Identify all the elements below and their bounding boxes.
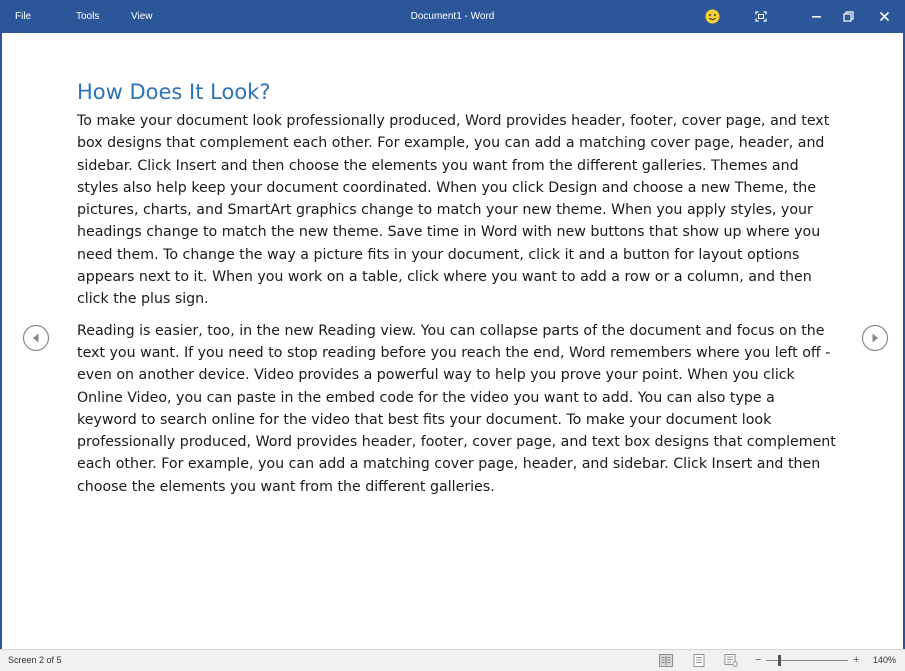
close-icon (879, 11, 889, 22)
focus-button[interactable] (747, 0, 775, 33)
smiley-icon (705, 9, 719, 24)
previous-screen-icon (22, 324, 50, 352)
minimize-button[interactable] (802, 0, 830, 33)
menu-file[interactable]: File (15, 0, 31, 33)
web-layout-icon[interactable] (724, 654, 738, 667)
paragraph-2: Reading is easier, too, in the new Readi… (77, 322, 836, 495)
zoom-slider-thumb[interactable] (778, 655, 781, 666)
feedback-button[interactable] (698, 0, 726, 33)
title-bar: File Tools View Document1 - Word (0, 0, 905, 33)
zoom-level[interactable]: 140% (873, 650, 896, 671)
read-mode-icon[interactable] (659, 654, 673, 667)
menu-tools[interactable]: Tools (76, 0, 99, 33)
zoom-out-button[interactable]: − (755, 650, 761, 670)
menu-view[interactable]: View (131, 0, 153, 33)
screen-indicator: Screen 2 of 5 (8, 655, 62, 665)
reading-page: How Does It Look? To make your document … (77, 78, 837, 507)
restore-button[interactable] (834, 0, 862, 33)
next-screen-icon (861, 324, 889, 352)
paragraph-1: To make your document look professionall… (77, 113, 830, 308)
minimize-icon (811, 16, 821, 18)
close-button[interactable] (870, 0, 898, 33)
restore-icon (842, 11, 854, 22)
focus-mode-icon (755, 11, 767, 22)
zoom-in-button[interactable]: + (853, 650, 859, 670)
next-screen-button[interactable] (861, 324, 889, 352)
status-bar: Screen 2 of 5 − + 140% (0, 649, 905, 671)
previous-screen-button[interactable] (22, 324, 50, 352)
document-heading: How Does It Look? (77, 80, 271, 104)
print-layout-icon[interactable] (692, 654, 706, 667)
